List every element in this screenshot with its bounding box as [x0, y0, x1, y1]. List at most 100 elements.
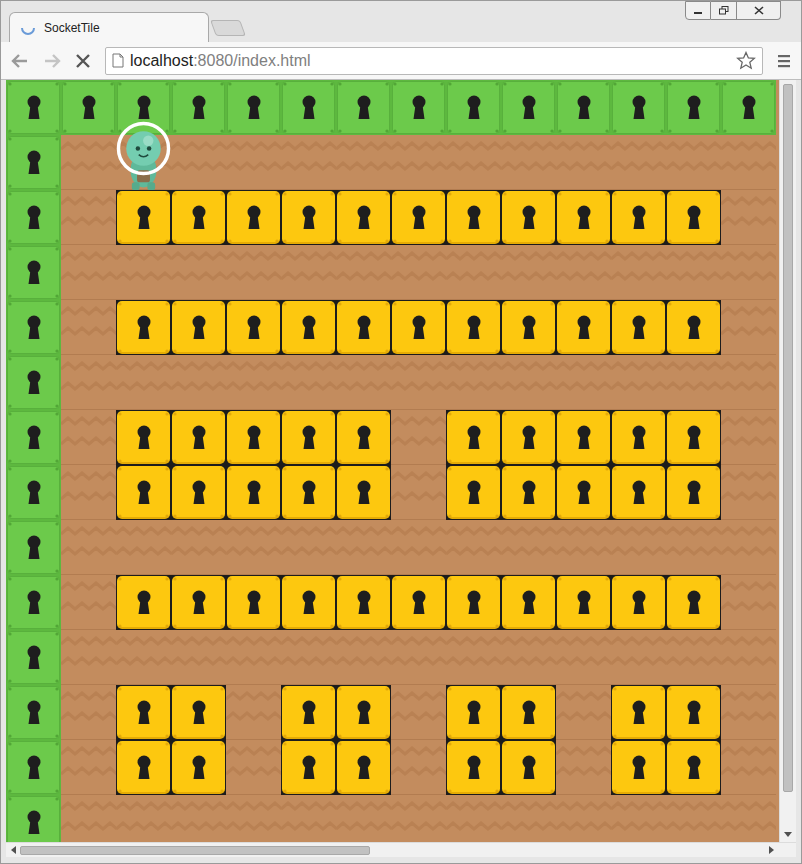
block-tile[interactable]: [611, 300, 666, 355]
block-tile[interactable]: [556, 300, 611, 355]
block-tile[interactable]: [171, 410, 226, 465]
floor-tile: [446, 520, 501, 575]
block-tile[interactable]: [666, 300, 721, 355]
block-tile[interactable]: [171, 465, 226, 520]
block-tile[interactable]: [336, 465, 391, 520]
block-tile[interactable]: [116, 740, 171, 795]
maximize-button[interactable]: [711, 1, 737, 20]
player-character[interactable]: [116, 95, 171, 190]
block-tile[interactable]: [281, 410, 336, 465]
block-tile[interactable]: [226, 465, 281, 520]
block-tile[interactable]: [501, 740, 556, 795]
floor-tile: [391, 520, 446, 575]
vertical-scroll-thumb[interactable]: [783, 84, 793, 792]
block-tile[interactable]: [391, 575, 446, 630]
minimize-button[interactable]: [685, 1, 711, 20]
floor-pattern: [721, 740, 776, 795]
browser-tab[interactable]: SocketTile: [9, 12, 209, 42]
block-tile[interactable]: [446, 575, 501, 630]
block-tile[interactable]: [171, 190, 226, 245]
block-tile[interactable]: [666, 740, 721, 795]
menu-icon[interactable]: [777, 53, 791, 69]
block-tile[interactable]: [226, 300, 281, 355]
block-tile[interactable]: [336, 410, 391, 465]
block-tile[interactable]: [556, 465, 611, 520]
forward-icon[interactable]: [43, 53, 61, 69]
block-tile[interactable]: [446, 465, 501, 520]
keyhole-icon: [24, 699, 44, 726]
block-tile[interactable]: [116, 410, 171, 465]
block-tile[interactable]: [501, 465, 556, 520]
bookmark-star-icon[interactable]: [736, 51, 756, 70]
block-tile[interactable]: [171, 300, 226, 355]
block-tile[interactable]: [501, 410, 556, 465]
floor-tile: [721, 135, 776, 190]
block-tile[interactable]: [281, 575, 336, 630]
block-tile[interactable]: [611, 465, 666, 520]
block-tile[interactable]: [171, 740, 226, 795]
block-tile[interactable]: [281, 190, 336, 245]
block-tile[interactable]: [281, 300, 336, 355]
block-tile[interactable]: [171, 575, 226, 630]
block-tile[interactable]: [611, 685, 666, 740]
block-tile[interactable]: [226, 575, 281, 630]
block-tile[interactable]: [226, 410, 281, 465]
block-tile[interactable]: [611, 410, 666, 465]
block-tile[interactable]: [116, 190, 171, 245]
block-tile[interactable]: [666, 410, 721, 465]
keyhole-icon: [24, 259, 44, 286]
block-tile[interactable]: [336, 685, 391, 740]
block-tile[interactable]: [611, 575, 666, 630]
block-tile[interactable]: [446, 740, 501, 795]
address-bar[interactable]: localhost:8080/index.html: [105, 47, 763, 75]
block-tile[interactable]: [556, 575, 611, 630]
vertical-scrollbar[interactable]: [779, 80, 796, 842]
block-tile[interactable]: [446, 300, 501, 355]
block-tile[interactable]: [666, 685, 721, 740]
back-icon[interactable]: [11, 53, 29, 69]
scroll-down-button[interactable]: [780, 828, 796, 842]
block-tile[interactable]: [336, 740, 391, 795]
new-tab-button[interactable]: [210, 20, 246, 36]
horizontal-scrollbar[interactable]: [6, 842, 796, 857]
block-tile[interactable]: [116, 685, 171, 740]
block-tile[interactable]: [116, 300, 171, 355]
scroll-left-button[interactable]: [6, 846, 20, 854]
keyhole-icon: [354, 479, 374, 506]
block-tile[interactable]: [336, 300, 391, 355]
block-tile[interactable]: [116, 575, 171, 630]
block-tile[interactable]: [446, 190, 501, 245]
block-tile[interactable]: [116, 465, 171, 520]
block-tile[interactable]: [501, 190, 556, 245]
scroll-right-button[interactable]: [765, 846, 779, 854]
block-tile[interactable]: [226, 190, 281, 245]
block-tile[interactable]: [281, 685, 336, 740]
block-tile[interactable]: [501, 575, 556, 630]
block-tile[interactable]: [171, 685, 226, 740]
block-tile[interactable]: [336, 575, 391, 630]
horizontal-scroll-track[interactable]: [20, 846, 765, 855]
block-tile[interactable]: [501, 300, 556, 355]
vertical-scroll-track[interactable]: [783, 84, 793, 814]
block-tile[interactable]: [556, 410, 611, 465]
block-tile[interactable]: [281, 740, 336, 795]
block-tile[interactable]: [391, 190, 446, 245]
keyhole-icon: [409, 94, 429, 121]
block-tile[interactable]: [336, 190, 391, 245]
block-tile[interactable]: [501, 685, 556, 740]
keyhole-icon: [684, 204, 704, 231]
block-tile[interactable]: [666, 190, 721, 245]
block-tile[interactable]: [666, 575, 721, 630]
keyhole-icon: [354, 204, 374, 231]
block-tile[interactable]: [281, 465, 336, 520]
block-tile[interactable]: [666, 465, 721, 520]
close-button[interactable]: [737, 1, 781, 20]
block-tile[interactable]: [391, 300, 446, 355]
game-canvas[interactable]: [6, 80, 779, 842]
horizontal-scroll-thumb[interactable]: [20, 846, 370, 855]
block-tile[interactable]: [556, 190, 611, 245]
block-tile[interactable]: [446, 410, 501, 465]
block-tile[interactable]: [446, 685, 501, 740]
block-tile[interactable]: [611, 740, 666, 795]
block-tile[interactable]: [611, 190, 666, 245]
